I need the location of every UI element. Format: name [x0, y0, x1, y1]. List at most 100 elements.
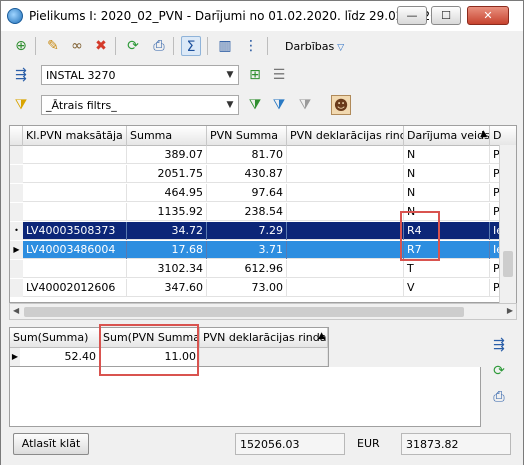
table-row[interactable]: • LV40003508373 34.72 7.29 R4 Ie	[10, 222, 516, 240]
column-header[interactable]: Summa	[127, 126, 207, 146]
table-cell: 34.72	[127, 222, 207, 240]
currency-label: EUR	[357, 437, 380, 450]
chevron-down-icon[interactable]: ▼	[222, 66, 238, 84]
column-header[interactable]: PVN deklarācijas rinda	[287, 126, 404, 146]
import-icon[interactable]: ⇶	[489, 335, 509, 355]
edit-icon[interactable]: ✎	[43, 36, 63, 56]
table-cell: LV40003486004	[23, 241, 127, 259]
company-select-value: INSTAL 3270	[46, 69, 116, 82]
table-cell: 238.54	[207, 203, 287, 221]
summary-column-header[interactable]: Sum(Summa)	[10, 328, 100, 348]
list-icon[interactable]: ☰	[269, 65, 289, 85]
minimize-button[interactable]: —	[397, 6, 427, 25]
add-filter-icon[interactable]: ⊞	[245, 65, 265, 85]
vertical-scrollbar[interactable]	[499, 145, 516, 303]
delete-icon[interactable]: ✖	[91, 36, 111, 56]
table-cell	[287, 222, 404, 240]
print-icon[interactable]: ⎙	[489, 387, 509, 407]
row-indicator	[10, 146, 23, 164]
toolbar-separator	[35, 37, 36, 55]
user-icon[interactable]: ☻	[331, 95, 351, 115]
scrollbar-thumb[interactable]	[24, 307, 464, 317]
table-cell: 73.00	[207, 279, 287, 297]
print-icon[interactable]: ⎙	[149, 36, 169, 56]
table-cell	[287, 146, 404, 164]
quick-filter-row: ⧩ _Ātrais filtrs_ ▼ ⧩ ⧩ ⧩ ☻	[5, 93, 519, 117]
highlight-box	[99, 324, 199, 376]
table-row[interactable]: 3102.34 612.96 T P	[10, 260, 516, 278]
chevron-down-icon: ▽	[337, 43, 345, 53]
table-cell: N	[404, 146, 490, 164]
table-cell	[23, 184, 127, 202]
actions-menu[interactable]: Darbības ▽	[285, 40, 344, 53]
summary-column-header[interactable]: PVN deklarācijas rinda ▲	[200, 328, 328, 348]
row-indicator	[10, 184, 23, 202]
column-header[interactable]: Darījuma veids ▲	[404, 126, 490, 146]
table-row[interactable]: 2051.75 430.87 N P	[10, 165, 516, 183]
table-row[interactable]: ▶ LV40003486004 17.68 3.71 R7 Ie	[10, 241, 516, 259]
sort-asc-icon: ▲	[480, 129, 487, 139]
table-cell: 464.95	[127, 184, 207, 202]
company-select[interactable]: INSTAL 3270 ▼	[41, 65, 239, 85]
app-logo-icon	[7, 8, 23, 24]
row-indicator: ▶	[10, 241, 23, 259]
new-icon[interactable]: ⊕	[11, 36, 31, 56]
filter-icon[interactable]: ⧩	[11, 95, 31, 115]
table-cell: V	[404, 279, 490, 297]
scrollbar-thumb[interactable]	[503, 251, 513, 277]
chevron-down-icon[interactable]: ▼	[222, 96, 238, 114]
row-indicator-icon: ▶	[10, 348, 20, 366]
table-cell: N	[404, 165, 490, 183]
select-add-button[interactable]: Atlasīt klāt	[13, 433, 89, 455]
table-cell	[23, 165, 127, 183]
row-indicator: •	[10, 222, 23, 240]
toolbar-separator	[115, 37, 116, 55]
table-cell: 3102.34	[127, 260, 207, 278]
sum-icon[interactable]: Σ	[181, 36, 201, 56]
close-button[interactable]: ✕	[467, 6, 509, 25]
column-header[interactable]: PVN Summa	[207, 126, 287, 146]
columns-icon[interactable]: ▥	[215, 36, 235, 56]
table-cell: 2051.75	[127, 165, 207, 183]
row-indicator	[10, 279, 23, 297]
toolbar-separator	[267, 37, 268, 55]
table-row[interactable]: 464.95 97.64 N P	[10, 184, 516, 202]
tree-icon[interactable]: ⋮	[241, 36, 261, 56]
table-cell: 612.96	[207, 260, 287, 278]
add-filter-icon[interactable]: ⧩	[245, 95, 265, 115]
grid-header: Kl.PVN maksātāja ... Summa PVN Summa PVN…	[10, 126, 516, 146]
table-cell: 7.29	[207, 222, 287, 240]
column-header[interactable]: D	[490, 126, 516, 146]
maximize-button[interactable]: ☐	[431, 6, 461, 25]
column-header[interactable]: Kl.PVN maksātāja ...	[23, 126, 127, 146]
vat-total-field: 31873.82	[401, 433, 511, 455]
toolbar-separator	[173, 37, 174, 55]
actions-menu-label: Darbības	[285, 40, 335, 53]
table-cell: 17.68	[127, 241, 207, 259]
scroll-left-icon[interactable]: ◀	[13, 306, 19, 315]
sort-asc-icon: ▲	[318, 331, 325, 341]
funnel-icon[interactable]: ⧩	[269, 95, 289, 115]
import-icon[interactable]: ⇶	[11, 65, 31, 85]
highlight-box	[400, 211, 440, 261]
quick-filter-select[interactable]: _Ātrais filtrs_ ▼	[41, 95, 239, 115]
view-icon[interactable]: ∞	[67, 36, 87, 56]
table-cell: LV40003508373	[23, 222, 127, 240]
table-row[interactable]: LV40002012606 347.60 73.00 V P	[10, 279, 516, 297]
table-cell	[23, 146, 127, 164]
refresh-icon[interactable]: ⟳	[489, 361, 509, 381]
horizontal-scrollbar[interactable]: ◀ ▶	[9, 303, 517, 320]
toolbar: ⊕ ✎ ∞ ✖ ⟳ ⎙ Σ ▥ ⋮ Darbības ▽	[5, 33, 519, 59]
table-row[interactable]: 389.07 81.70 N P	[10, 146, 516, 164]
clear-filter-icon[interactable]: ⧩	[295, 95, 315, 115]
company-filter-row: ⇶ INSTAL 3270 ▼ ⊞ ☰	[5, 63, 519, 87]
refresh-icon[interactable]: ⟳	[123, 36, 143, 56]
row-indicator	[10, 203, 23, 221]
table-row[interactable]: 1135.92 238.54 N P	[10, 203, 516, 221]
table-cell: 389.07	[127, 146, 207, 164]
table-cell: 430.87	[207, 165, 287, 183]
scroll-right-icon[interactable]: ▶	[507, 306, 513, 315]
table-cell: T	[404, 260, 490, 278]
table-cell	[287, 184, 404, 202]
table-cell	[287, 241, 404, 259]
